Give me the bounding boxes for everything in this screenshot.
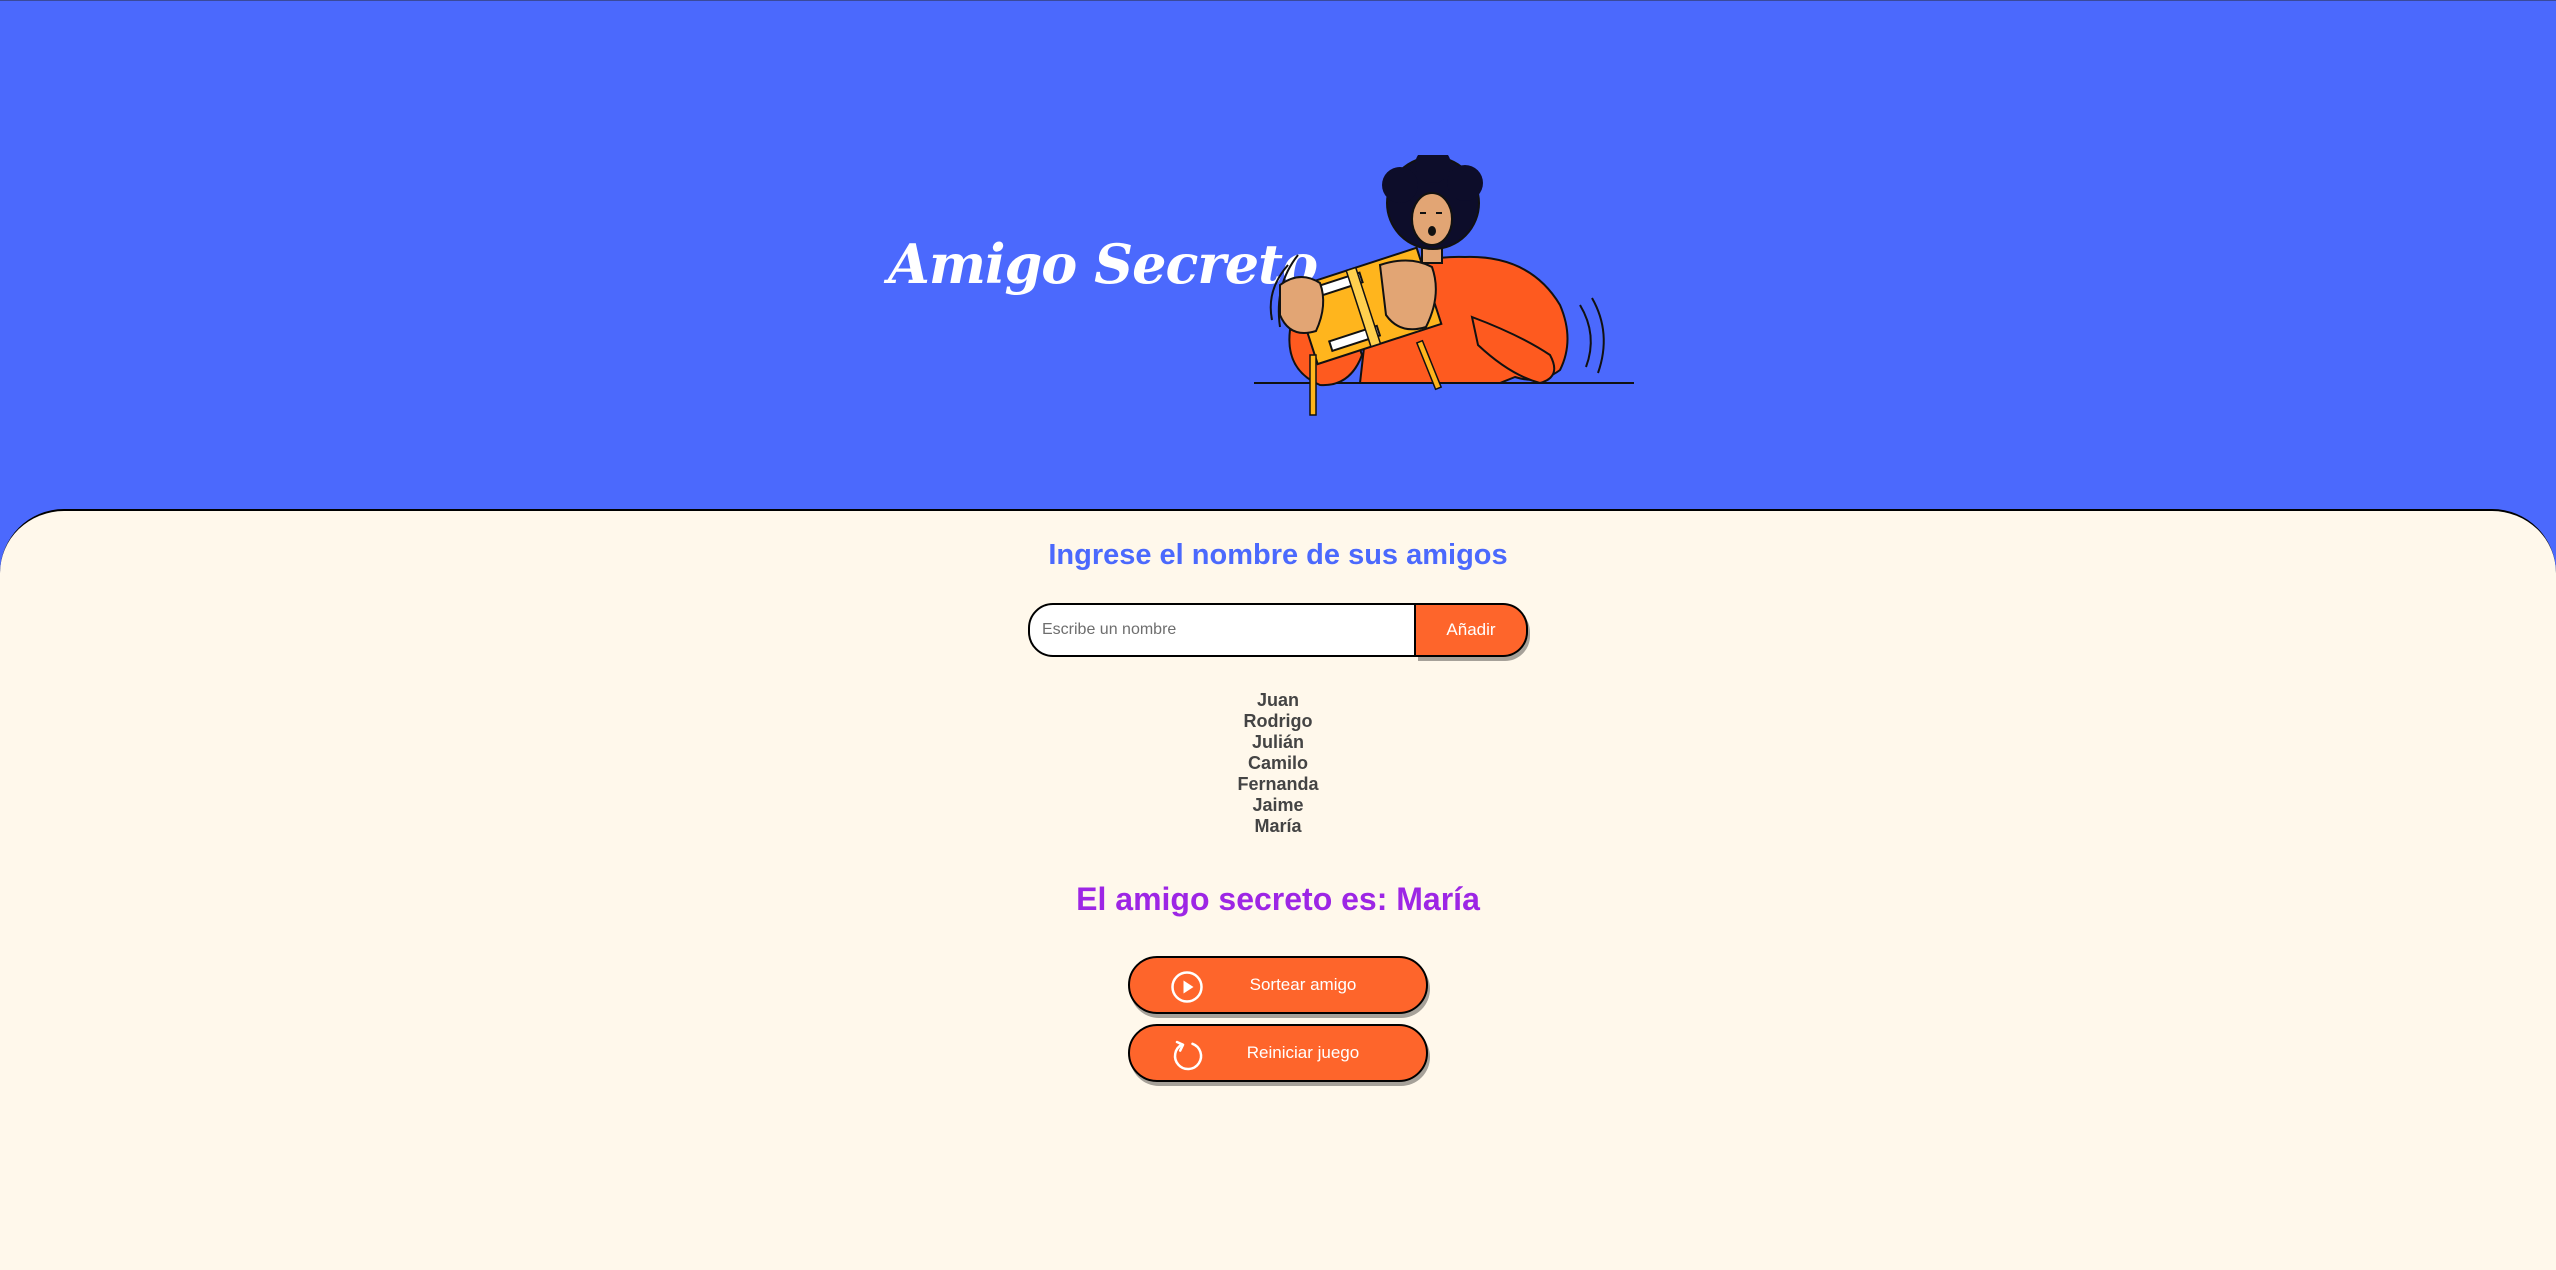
list-item: Juan xyxy=(1256,690,1299,710)
header: Amigo Secreto xyxy=(0,0,2556,510)
restart-icon xyxy=(1173,1040,1203,1071)
reset-game-button[interactable]: Reiniciar juego xyxy=(1128,1024,1428,1082)
page: Amigo Secreto Ingrese el nombre de sus a… xyxy=(0,0,2556,1270)
friends-list: Juan Rodrigo Julián Camilo Fernanda Jaime Marí… xyxy=(0,690,2556,837)
add-button[interactable]: Añadir xyxy=(1416,603,1528,657)
list-item: Fernanda xyxy=(1237,774,1319,794)
main-panel: Ingrese el nombre de sus amigos Añadir J… xyxy=(0,509,2556,1270)
reset-game-label: Reiniciar juego xyxy=(1246,1043,1360,1062)
play-circle-icon xyxy=(1171,971,1203,1003)
name-input[interactable] xyxy=(1028,603,1416,657)
list-item: Rodrigo xyxy=(1243,711,1313,731)
result-text: El amigo secreto es: María xyxy=(1076,881,1480,917)
gift-illustration xyxy=(1254,155,1634,416)
input-row: Añadir xyxy=(1028,603,1528,657)
list-item: Jaime xyxy=(1252,795,1304,815)
list-item: María xyxy=(1254,816,1302,836)
draw-friend-button[interactable]: Sortear amigo xyxy=(1128,956,1428,1014)
list-item: Julián xyxy=(1251,732,1304,752)
section-title: Ingrese el nombre de sus amigos xyxy=(1048,539,1508,571)
draw-friend-label: Sortear amigo xyxy=(1249,975,1357,994)
list-item: Camilo xyxy=(1247,753,1308,773)
